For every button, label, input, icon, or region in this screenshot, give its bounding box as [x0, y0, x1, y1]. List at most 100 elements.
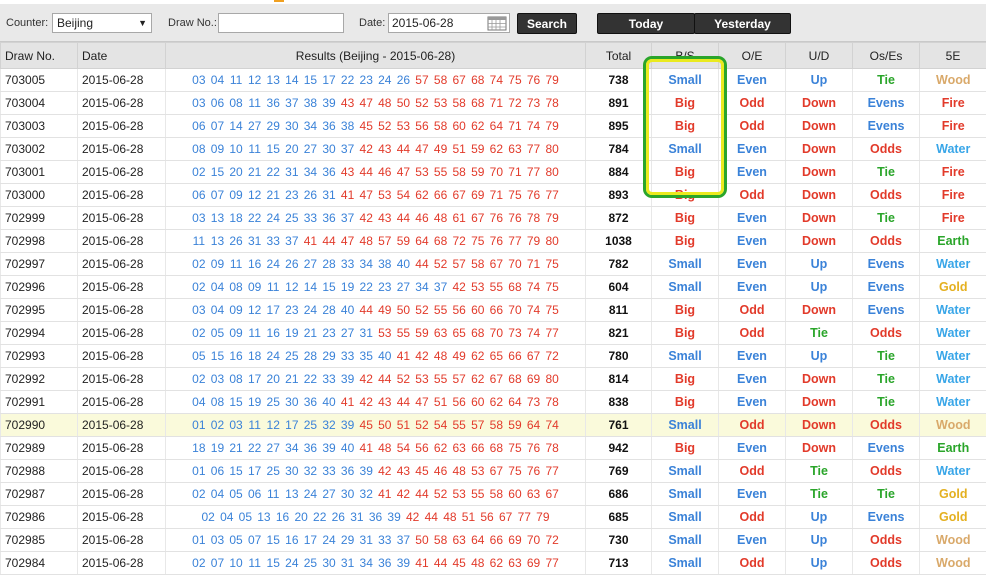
result-number: 56 [413, 441, 432, 455]
col-header-oses[interactable]: Os/Es [853, 43, 920, 69]
result-number: 27 [394, 280, 413, 294]
result-number: 69 [524, 556, 543, 570]
yesterday-button[interactable]: Yesterday [694, 13, 791, 34]
result-number: 14 [227, 119, 246, 133]
result-number: 25 [283, 211, 302, 225]
result-number: 02 [190, 556, 209, 570]
table-row[interactable]: 7030052015-06-28030411121314151722232426… [1, 69, 986, 92]
result-number: 38 [301, 96, 320, 110]
table-row[interactable]: 7030042015-06-28030608113637383943474850… [1, 92, 986, 115]
table-row[interactable]: 7029912015-06-28040815192530364041424344… [1, 391, 986, 414]
table-row[interactable]: 7029962015-06-28020408091112141519222327… [1, 276, 986, 299]
today-button[interactable]: Today [597, 13, 695, 34]
result-number: 65 [487, 349, 506, 363]
result-number: 32 [301, 464, 320, 478]
table-row[interactable]: 7029952015-06-28030409121723242840444950… [1, 299, 986, 322]
oe-cell: Even [719, 391, 786, 414]
counter-select[interactable]: Beijing ▼ [52, 13, 152, 33]
search-button[interactable]: Search [517, 13, 577, 34]
col-header-date[interactable]: Date [78, 43, 166, 69]
result-number: 52 [376, 119, 395, 133]
result-number: 39 [394, 556, 413, 570]
total-cell: 738 [586, 69, 652, 92]
col-header-results[interactable]: Results (Beijing - 2015-06-28) [166, 43, 586, 69]
result-number: 36 [376, 556, 395, 570]
col-header-5e[interactable]: 5E [920, 43, 986, 69]
ud-cell: Tie [786, 483, 853, 506]
result-number: 70 [487, 165, 506, 179]
date-cell: 2015-06-28 [78, 552, 166, 575]
col-header-total[interactable]: Total [586, 43, 652, 69]
table-row[interactable]: 7030012015-06-28021520212231343643444647… [1, 161, 986, 184]
result-number: 53 [431, 96, 450, 110]
result-number: 36 [264, 96, 283, 110]
result-number: 70 [487, 326, 506, 340]
result-number: 27 [245, 119, 264, 133]
result-number: 77 [524, 142, 543, 156]
result-number: 25 [301, 418, 320, 432]
bs-cell: Big [652, 184, 719, 207]
table-row[interactable]: 7029942015-06-28020509111619212327315355… [1, 322, 986, 345]
total-cell: 713 [586, 552, 652, 575]
col-header-ud[interactable]: U/D [786, 43, 853, 69]
table-row[interactable]: 7029882015-06-28010615172530323336394243… [1, 460, 986, 483]
table-row[interactable]: 7030032015-06-28060714272930343638455253… [1, 115, 986, 138]
result-number: 67 [487, 372, 506, 386]
drawno-input[interactable] [218, 13, 344, 33]
table-row[interactable]: 7029932015-06-28051516182425282933354041… [1, 345, 986, 368]
oe-cell: Even [719, 69, 786, 92]
table-row[interactable]: 7029992015-06-28031318222425333637424344… [1, 207, 986, 230]
col-header-draw-no[interactable]: Draw No. [1, 43, 78, 69]
result-number: 09 [245, 280, 264, 294]
table-row[interactable]: 7030002015-06-28060709122123263141475354… [1, 184, 986, 207]
result-number: 38 [376, 257, 395, 271]
col-header-oe[interactable]: O/E [719, 43, 786, 69]
result-number: 19 [283, 326, 302, 340]
bs-cell: Big [652, 115, 719, 138]
result-number: 24 [264, 349, 283, 363]
table-row[interactable]: 7029852015-06-28010305071516172429313337… [1, 529, 986, 552]
result-number: 19 [245, 395, 264, 409]
table-row[interactable]: 7029872015-06-28020405061113242730324142… [1, 483, 986, 506]
result-number: 76 [506, 211, 525, 225]
results-cell: 0313182224253336374243444648616776767879 [166, 207, 586, 230]
table-row[interactable]: 7029842015-06-28020710111524253031343639… [1, 552, 986, 575]
table-row[interactable]: 7029892015-06-28181921222734363940414854… [1, 437, 986, 460]
oe-cell: Even [719, 230, 786, 253]
result-number: 67 [487, 464, 506, 478]
date-input[interactable]: 2015-06-28 [388, 13, 510, 33]
table-row[interactable]: 7030022015-06-28080910111520273037424344… [1, 138, 986, 161]
result-number: 01 [190, 418, 209, 432]
calendar-icon[interactable] [487, 15, 507, 31]
table-row[interactable]: 7029972015-06-28020911162426272833343840… [1, 253, 986, 276]
result-number: 77 [515, 510, 534, 524]
result-number: 14 [283, 73, 302, 87]
result-number: 13 [264, 73, 283, 87]
draw-no-cell: 702994 [1, 322, 78, 345]
table-row[interactable]: 7029982015-06-28111326313337414447485759… [1, 230, 986, 253]
oe-cell: Odd [719, 115, 786, 138]
date-cell: 2015-06-28 [78, 506, 166, 529]
result-number: 49 [431, 142, 450, 156]
result-number: 55 [431, 372, 450, 386]
results-table-wrap: Draw No. Date Results (Beijing - 2015-06… [0, 42, 986, 575]
result-number: 80 [543, 142, 562, 156]
result-number: 41 [413, 556, 432, 570]
table-row[interactable]: 7029922015-06-28020308172021223339424452… [1, 368, 986, 391]
result-number: 40 [394, 257, 413, 271]
oe-cell: Even [719, 253, 786, 276]
result-number: 34 [357, 257, 376, 271]
result-number: 15 [227, 395, 246, 409]
col-header-bs[interactable]: B/S [652, 43, 719, 69]
table-row[interactable]: 7029862015-06-28020405131620222631363942… [1, 506, 986, 529]
result-number: 73 [524, 96, 543, 110]
draw-no-cell: 702986 [1, 506, 78, 529]
result-number: 45 [357, 418, 376, 432]
result-number: 59 [506, 418, 525, 432]
table-row[interactable]: 7029902015-06-28010203111217253239455051… [1, 414, 986, 437]
result-number: 04 [208, 487, 227, 501]
five-elements-cell: Gold [920, 276, 986, 299]
result-number: 52 [431, 257, 450, 271]
result-number: 44 [357, 165, 376, 179]
result-number: 42 [376, 464, 395, 478]
